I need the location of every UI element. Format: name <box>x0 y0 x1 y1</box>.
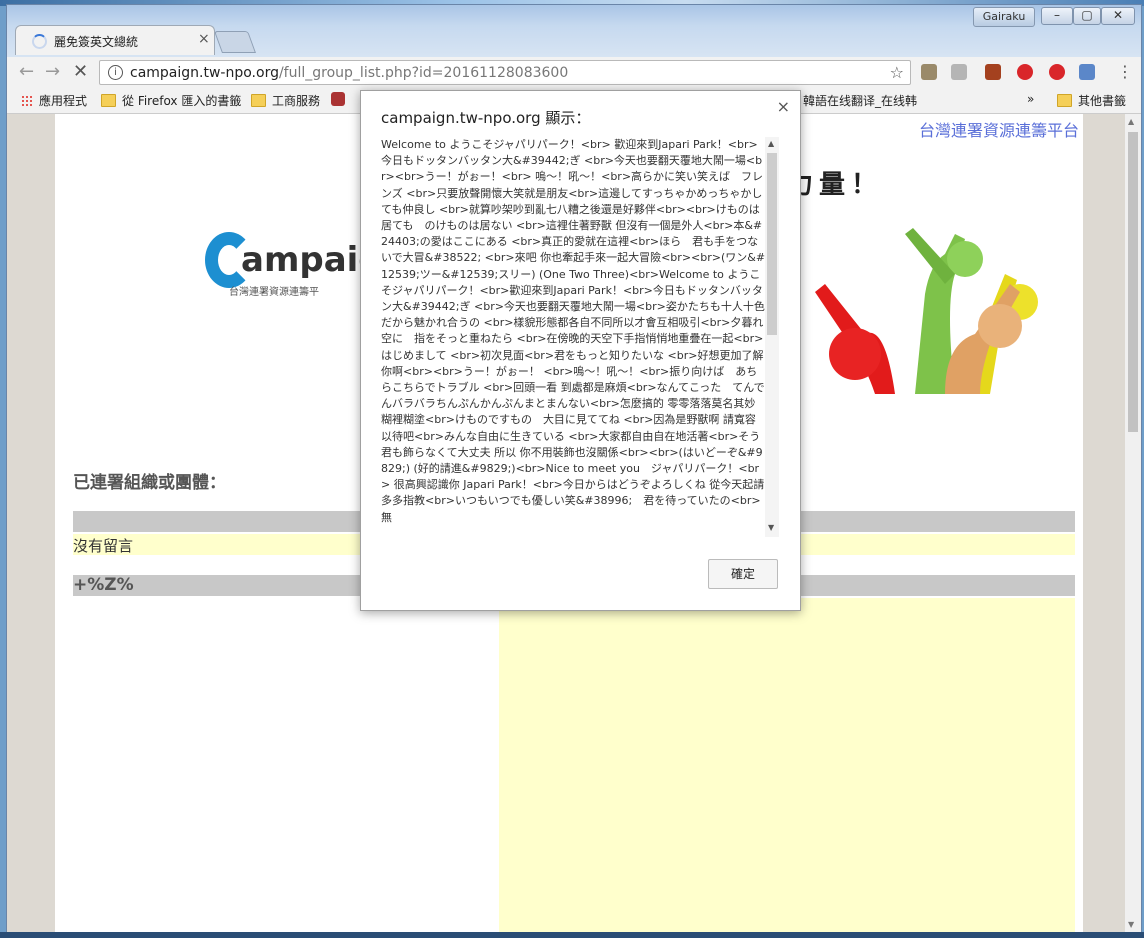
no-comment-text: 沒有留言 <box>73 537 134 555</box>
maximize-button[interactable]: ▢ <box>1073 7 1101 25</box>
folder-icon <box>101 94 116 107</box>
bookmark-site-icon[interactable] <box>331 92 345 109</box>
scroll-thumb[interactable] <box>1128 132 1138 432</box>
dialog-scrollbar[interactable]: ▲ ▼ <box>765 137 779 537</box>
minimize-button[interactable]: – <box>1041 7 1073 25</box>
new-tab-button[interactable] <box>213 31 257 53</box>
folder-icon <box>251 94 266 107</box>
bookmark-translate[interactable]: 韓語在线翻译_在线韩 <box>789 92 917 109</box>
tab-active[interactable]: 麗免簽英文總統 × <box>15 25 215 55</box>
section-title: 已連署組織或團體： <box>73 473 226 493</box>
loading-spinner-icon <box>32 34 47 49</box>
dialog-title: campaign.tw-npo.org 顯示： <box>381 109 591 127</box>
close-icon[interactable]: × <box>777 97 790 116</box>
menu-icon[interactable]: ⋮ <box>1117 62 1133 82</box>
bookmarks-overflow-button[interactable]: » <box>1027 92 1034 106</box>
content-panel <box>499 598 1075 936</box>
scroll-up-icon[interactable]: ▲ <box>768 139 774 148</box>
scroll-down-icon[interactable]: ▼ <box>1128 920 1134 929</box>
stop-icon[interactable]: ✕ <box>73 62 88 82</box>
platform-link[interactable]: 台灣連署資源連籌平台 <box>919 117 1079 141</box>
extension-icon-5[interactable] <box>1049 64 1065 80</box>
address-bar[interactable]: i campaign.tw-npo.org/full_group_list.ph… <box>99 60 911 85</box>
bookmark-other[interactable]: 其他書籤 <box>1057 92 1126 109</box>
scroll-down-icon[interactable]: ▼ <box>768 523 774 532</box>
extension-icon-3[interactable] <box>985 64 1001 80</box>
bookmark-business[interactable]: 工商服務 <box>251 92 320 109</box>
dialog-scroll-thumb[interactable] <box>767 153 777 335</box>
people-illustration <box>815 228 1038 394</box>
apps-grid-icon <box>21 95 33 107</box>
folder-icon <box>1057 94 1072 107</box>
close-icon[interactable]: × <box>198 31 210 47</box>
browser-window: 麗免簽英文總統 × Gairaku – ▢ ✕ ← → ✕ i campaign… <box>6 4 1142 936</box>
info-icon[interactable]: i <box>108 65 123 80</box>
page-scrollbar[interactable]: ▲ ▼ <box>1125 114 1141 936</box>
title-bar: 麗免簽英文總統 × Gairaku – ▢ ✕ <box>7 5 1141 57</box>
extension-icon-6[interactable] <box>1079 64 1095 80</box>
navigation-toolbar: ← → ✕ i campaign.tw-npo.org/full_group_l… <box>7 57 1141 87</box>
scroll-up-icon[interactable]: ▲ <box>1128 117 1134 126</box>
dialog-message: Welcome to ようこそジャパリパーク！<br> 歡迎來到Japari P… <box>381 138 766 524</box>
bookmark-apps[interactable]: 應用程式 <box>21 92 87 109</box>
sub-header-text: +%Z% <box>73 575 134 595</box>
back-arrow-icon[interactable]: ← <box>19 62 34 82</box>
extension-icon-1[interactable] <box>921 64 937 80</box>
bookmark-firefox[interactable]: 從 Firefox 匯入的書籤 <box>101 92 241 109</box>
bookmark-star-icon[interactable]: ☆ <box>890 63 904 82</box>
url-text[interactable]: campaign.tw-npo.org/full_group_list.php?… <box>130 65 568 81</box>
profile-button[interactable]: Gairaku <box>973 7 1035 27</box>
headline: 力量！ <box>787 170 884 200</box>
forward-arrow-icon[interactable]: → <box>45 62 60 82</box>
drive-icon[interactable] <box>951 64 967 80</box>
close-window-button[interactable]: ✕ <box>1101 7 1135 25</box>
logo-subtitle: 台灣連署資源連籌平 <box>229 287 319 298</box>
taskbar-strip <box>0 932 1144 938</box>
alert-dialog: campaign.tw-npo.org 顯示： × Welcome to ようこ… <box>360 90 801 611</box>
adblock-icon[interactable] <box>1017 64 1033 80</box>
tab-title: 麗免簽英文總統 <box>54 35 139 49</box>
ok-button[interactable]: 確定 <box>708 559 778 589</box>
